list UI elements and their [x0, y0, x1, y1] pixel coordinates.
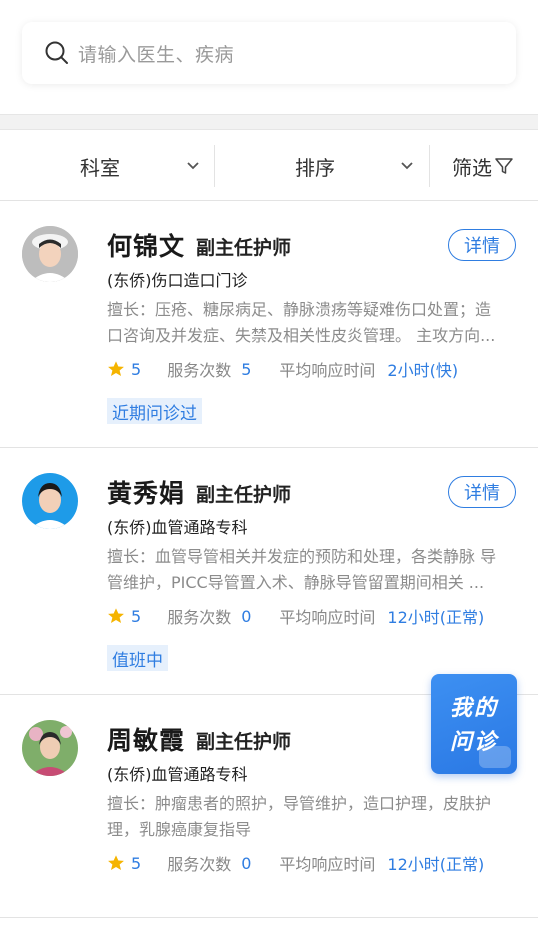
- response-time: 12小时(正常): [387, 608, 485, 627]
- doctor-skill-line: 口咨询及并发症、失禁及相关性皮炎管理。 主攻方向...: [107, 326, 496, 345]
- rating-value: 5: [131, 359, 142, 379]
- doctor-card[interactable]: 黄秀娟 副主任护师 详情 (东侨)血管通路专科 擅长：血管导管相关并发症的预防和…: [0, 448, 538, 695]
- search-icon: [45, 41, 68, 64]
- detail-button[interactable]: 详情: [448, 476, 516, 508]
- service-label: 服务次数: [167, 608, 232, 627]
- sort-filter-label: 排序: [295, 155, 335, 180]
- chevron-down-icon: [187, 162, 199, 170]
- response-label: 平均响应时间: [279, 608, 376, 627]
- search-input[interactable]: 请输入医生、疾病: [22, 22, 516, 84]
- doctor-stats: 5 服务次数 5 平均响应时间 2小时(快): [107, 357, 458, 381]
- avatar: [22, 473, 78, 529]
- star-icon: [108, 608, 124, 624]
- department-filter[interactable]: 科室: [80, 131, 120, 201]
- doctor-skill: 擅长：肿瘤患者的照护，导管维护，造口护理，皮肤护 理，乳腺癌康复指导: [107, 791, 515, 843]
- doctor-skill-line: 管维护，PICC导管置入术、静脉导管留置期间相关 ...: [107, 573, 485, 592]
- my-consultations-button[interactable]: 我的 问诊: [431, 674, 517, 774]
- avatar: [22, 720, 78, 776]
- service-count: 0: [241, 606, 252, 626]
- doctor-skill-line: 理，乳腺癌康复指导: [107, 820, 252, 839]
- filter-bar: 科室 排序 筛选: [0, 131, 538, 201]
- filter-divider: [429, 145, 430, 187]
- doctor-skill-line: 擅长：肿瘤患者的照护，导管维护，造口护理，皮肤护: [107, 794, 492, 813]
- department-filter-label: 科室: [80, 155, 120, 180]
- detail-button[interactable]: 详情: [448, 229, 516, 261]
- my-consultations-line1: 我的: [449, 696, 498, 721]
- sort-filter[interactable]: 排序: [295, 131, 335, 201]
- doctor-card[interactable]: 何锦文 副主任护师 详情 (东侨)伤口造口门诊 擅长：压疮、糖尿病足、静脉溃疡等…: [0, 201, 538, 448]
- service-label: 服务次数: [167, 855, 232, 874]
- doctor-skill: 擅长：压疮、糖尿病足、静脉溃疡等疑难伤口处置；造 口咨询及并发症、失禁及相关性皮…: [107, 297, 515, 349]
- doctor-skill-line: 擅长：压疮、糖尿病足、静脉溃疡等疑难伤口处置；造: [107, 300, 492, 319]
- chat-bubble-icon: [479, 746, 511, 768]
- doctor-name: 黄秀娟: [107, 479, 186, 508]
- doctor-department: (东侨)伤口造口门诊: [107, 271, 248, 290]
- doctor-skill-line: 擅长：血管导管相关并发症的预防和处理，各类静脉 导: [107, 547, 497, 566]
- filter-divider: [214, 145, 215, 187]
- screen-filter-label: 筛选: [452, 155, 492, 180]
- funnel-icon: [495, 158, 513, 174]
- chevron-down-icon: [401, 162, 413, 170]
- doctor-title: 副主任护师: [196, 237, 292, 259]
- screen-filter[interactable]: 筛选: [452, 131, 514, 201]
- star-icon: [108, 361, 124, 377]
- doctor-stats: 5 服务次数 0 平均响应时间 12小时(正常): [107, 851, 484, 875]
- doctor-title: 副主任护师: [196, 484, 292, 506]
- doctor-skill: 擅长：血管导管相关并发症的预防和处理，各类静脉 导 管维护，PICC导管置入术、…: [107, 544, 515, 596]
- service-count: 5: [241, 359, 252, 379]
- doctor-name: 周敏霞: [107, 726, 186, 755]
- rating-value: 5: [131, 606, 142, 626]
- search-placeholder: 请输入医生、疾病: [78, 43, 235, 66]
- response-time: 2小时(快): [387, 361, 459, 380]
- rating-value: 5: [131, 853, 142, 873]
- response-time: 12小时(正常): [387, 855, 485, 874]
- search-section: 请输入医生、疾病: [0, 0, 538, 114]
- doctor-name: 何锦文: [107, 232, 186, 261]
- service-count: 0: [241, 853, 252, 873]
- status-badge: 值班中: [107, 645, 168, 671]
- section-divider: [0, 114, 538, 130]
- response-label: 平均响应时间: [279, 855, 376, 874]
- star-icon: [108, 855, 124, 871]
- response-label: 平均响应时间: [279, 361, 376, 380]
- doctor-title: 副主任护师: [196, 731, 292, 753]
- service-label: 服务次数: [167, 361, 232, 380]
- status-badge: 近期问诊过: [107, 398, 202, 424]
- doctor-department: (东侨)血管通路专科: [107, 518, 248, 537]
- list-divider: [0, 917, 538, 918]
- doctor-stats: 5 服务次数 0 平均响应时间 12小时(正常): [107, 604, 484, 628]
- avatar: [22, 226, 78, 282]
- doctor-department: (东侨)血管通路专科: [107, 765, 248, 784]
